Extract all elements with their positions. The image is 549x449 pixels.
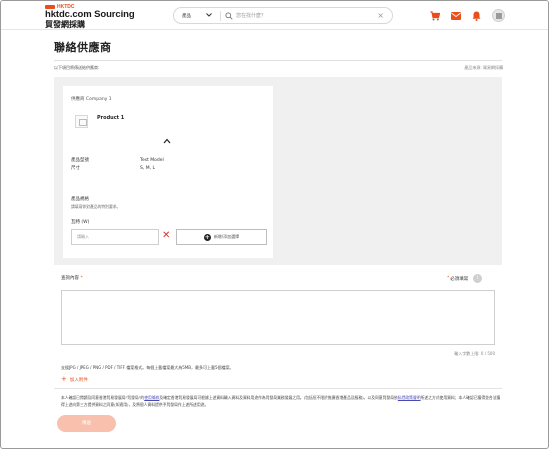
- intro-text: 以下項目將傳送給供應商:: [54, 65, 100, 70]
- mail-icon[interactable]: [450, 10, 461, 21]
- menu-icon[interactable]: [492, 9, 505, 22]
- legal-part-2: 及確定香港貿易發展局可根據上述資料輸入資料及資料用途作為貿發局業務發展之用。(包…: [159, 395, 398, 400]
- add-option-label: 新增/添加選擇: [213, 234, 240, 239]
- search-bar: 產品 您在找什麼？ ×: [173, 7, 393, 24]
- search-icon[interactable]: [225, 11, 233, 20]
- supplier-name: 供應商 Company 1: [71, 97, 112, 102]
- spec-subtitle: 請填寫你對產品的特別要求。: [71, 204, 121, 209]
- bell-icon[interactable]: [471, 10, 482, 21]
- search-divider: [220, 10, 221, 21]
- required-note: * 必須填寫 i: [447, 274, 483, 283]
- page-frame: HKTDC hktdc.com Sourcing 貿發網採購 產品 您在找什麼？…: [0, 0, 549, 449]
- add-attachment-label: 加入附件: [69, 377, 88, 383]
- spec-value-model: Test Model: [140, 158, 164, 163]
- terms-link[interactable]: 使用條款: [144, 395, 159, 400]
- search-scope-select[interactable]: 產品: [182, 13, 204, 19]
- remove-option-icon[interactable]: ✕: [162, 231, 170, 241]
- cart-icon[interactable]: [429, 10, 440, 21]
- legal-part-1: 本人確認已閱讀及同意香港貿易發展局"貿發局"的: [61, 395, 145, 400]
- spec-values: Test Model S, M, L: [140, 157, 164, 173]
- clear-search-icon[interactable]: ×: [377, 11, 384, 20]
- inquiry-textarea[interactable]: [61, 290, 495, 345]
- inquiry-label-text: 查詢內容: [61, 276, 79, 281]
- required-mark: *: [447, 276, 450, 281]
- title-divider: [54, 60, 502, 61]
- product-name[interactable]: Product 1: [97, 115, 124, 121]
- logo-sub-text: 貿發網採購: [45, 20, 85, 29]
- send-button[interactable]: 傳送: [57, 415, 116, 432]
- search-input[interactable]: 您在找什麼？: [236, 12, 377, 19]
- legal-text: 本人確認已閱讀及同意香港貿易發展局"貿發局"的使用條款及確定香港貿易發展局可根據…: [61, 395, 501, 408]
- spec-title: 產品規格: [71, 197, 89, 202]
- product-image: [75, 115, 88, 128]
- header-icons: [429, 9, 505, 22]
- wattage-label: 瓦特 (W): [71, 220, 90, 225]
- inquiry-label: 查詢內容 *: [61, 275, 83, 281]
- spec-labels: 產品型號 尺寸: [71, 157, 89, 173]
- plus-icon: +: [61, 375, 67, 383]
- required-note-text: 必須填寫: [450, 276, 469, 282]
- char-counter: 輸入字數上限: 0 / 500: [454, 351, 495, 356]
- file-format-note: 支援JPG / JPEG / PNG / PDF / TIFF 檔案格式。每個上…: [61, 365, 234, 370]
- add-option-button[interactable]: + 新增/添加選擇: [176, 229, 267, 245]
- site-logo[interactable]: HKTDC hktdc.com Sourcing 貿發網採購: [45, 4, 155, 29]
- required-mark: *: [80, 276, 83, 281]
- chevron-up-icon[interactable]: [162, 137, 172, 145]
- page-title: 聯絡供應商: [54, 41, 112, 54]
- section-divider: [54, 388, 502, 389]
- wattage-input[interactable]: 請輸入: [71, 229, 159, 245]
- privacy-link[interactable]: 私隱政策聲明: [398, 395, 421, 400]
- plus-circle-icon: +: [203, 233, 211, 241]
- source-note: 產品來源: 貿易網採購: [464, 65, 503, 70]
- site-header: HKTDC hktdc.com Sourcing 貿發網採購 產品 您在找什麼？…: [1, 1, 548, 30]
- spec-value-size: S, M, L: [140, 166, 155, 171]
- spec-label-model: 產品型號: [71, 158, 89, 163]
- add-attachment-link[interactable]: + 加入附件: [61, 376, 88, 383]
- chevron-down-icon[interactable]: [206, 12, 212, 19]
- info-icon[interactable]: i: [473, 274, 483, 283]
- logo-main-text: hktdc.com Sourcing: [45, 9, 135, 20]
- spec-label-size: 尺寸: [71, 166, 80, 171]
